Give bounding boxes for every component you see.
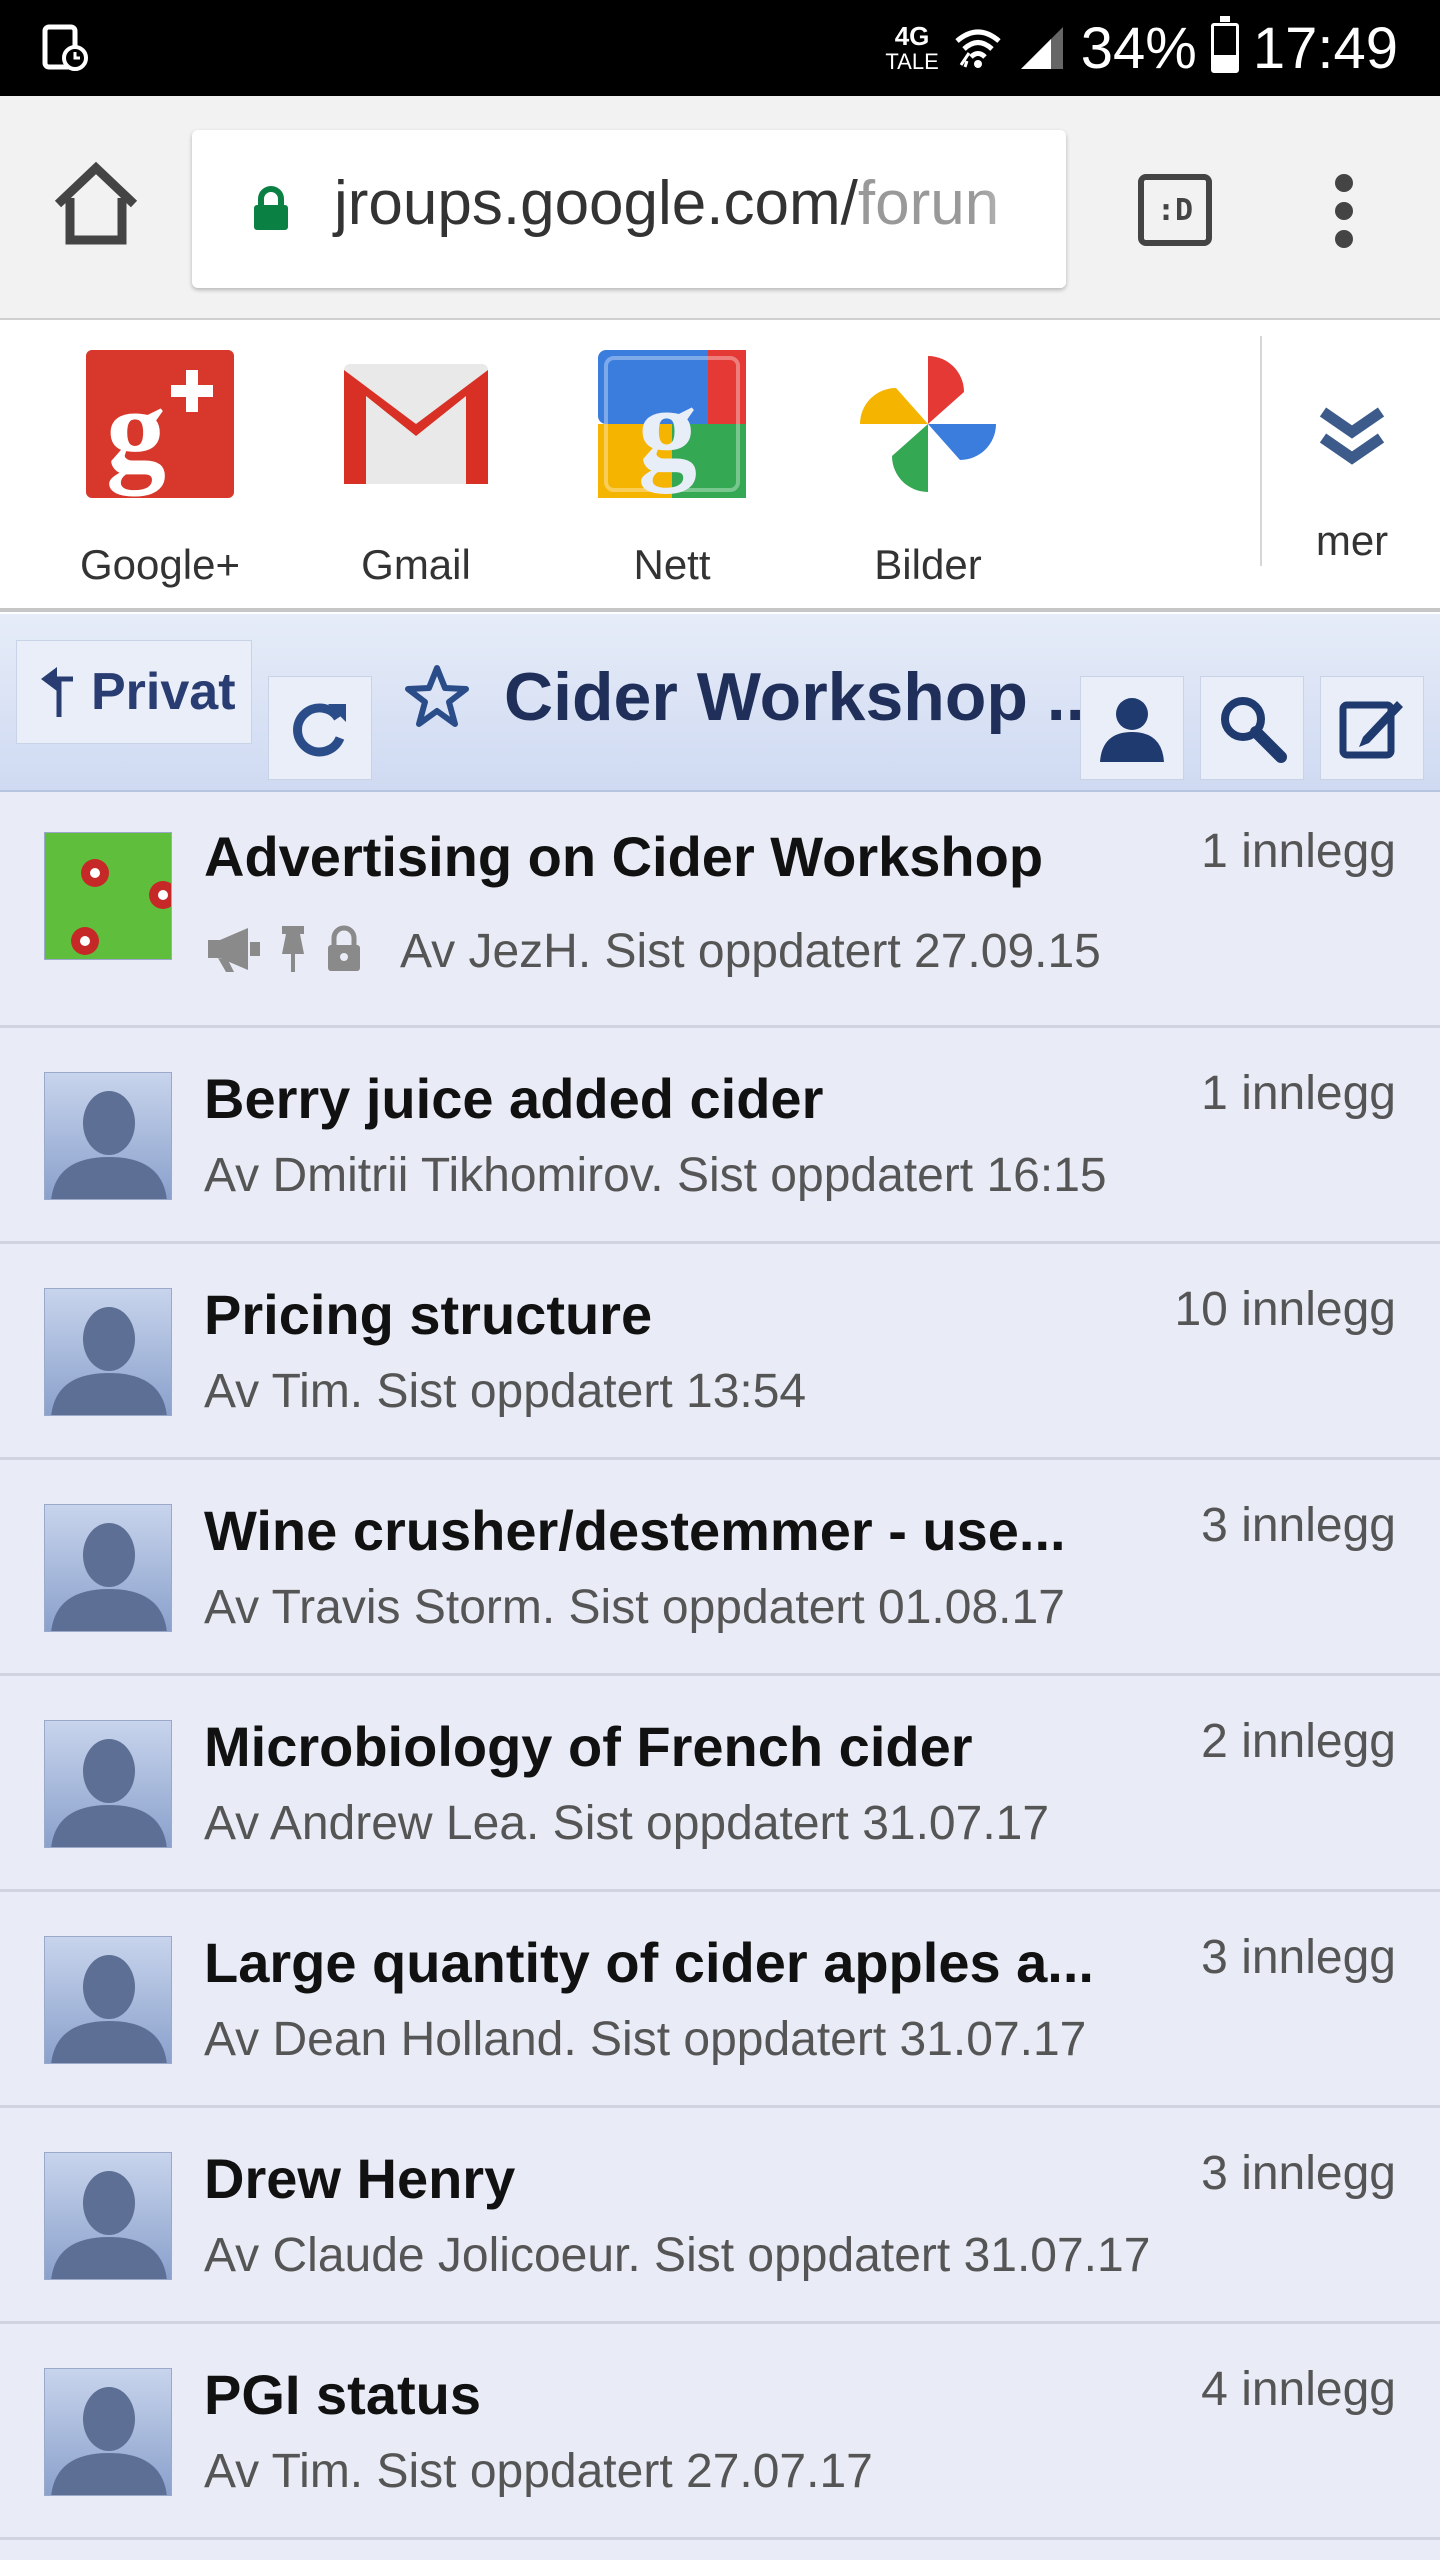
svg-text:g: g: [638, 363, 697, 494]
status-bar: 4G TALE 34% 17:49: [0, 0, 1440, 96]
default-avatar-icon: [44, 2368, 172, 2496]
topic-row[interactable]: Drew Henry 3 innlegg Av Claude Jolicoeur…: [0, 2108, 1440, 2324]
topic-title[interactable]: Wine crusher/destemmer - use...: [204, 1498, 1066, 1563]
topic-row[interactable]: Large quantity of cider apples a... 3 in…: [0, 1892, 1440, 2108]
search-button[interactable]: [1200, 676, 1304, 780]
app-nett[interactable]: g Nett: [572, 350, 772, 589]
topic-row[interactable]: Wine crusher/destemmer - use... 3 innleg…: [0, 1460, 1440, 1676]
topic-meta: Av Tim. Sist oppdatert 27.07.17: [204, 2445, 873, 2498]
topic-list: Advertising on Cider Workshop 1 innlegg …: [0, 792, 1440, 2560]
divider: [1260, 336, 1262, 566]
default-avatar-icon: [44, 2152, 172, 2280]
default-avatar-icon: [44, 1072, 172, 1200]
back-privat-button[interactable]: Privat: [16, 640, 252, 744]
post-count: 3 innlegg: [1201, 1931, 1396, 1984]
topic-meta: Av Claude Jolicoeur. Sist oppdatert 31.0…: [204, 2229, 1151, 2282]
more-apps-button[interactable]: mer: [1290, 402, 1414, 565]
refresh-button[interactable]: [268, 676, 372, 780]
star-favorite-icon[interactable]: [404, 664, 470, 730]
overflow-menu-icon[interactable]: [1332, 174, 1356, 248]
app-google-plus[interactable]: g Google+: [60, 350, 260, 589]
extension-button[interactable]: :D: [1138, 174, 1212, 246]
topic-meta: Av Dmitrii Tikhomirov. Sist oppdatert 16…: [204, 1149, 1107, 1202]
post-count: 4 innlegg: [1201, 2363, 1396, 2416]
screenshot-notification-icon: [42, 24, 88, 71]
photos-pinwheel-icon: [860, 356, 996, 492]
compose-icon: [1339, 701, 1403, 759]
app-gmail[interactable]: Gmail: [316, 350, 516, 589]
default-avatar-icon: [44, 1936, 172, 2064]
topic-meta: Av Andrew Lea. Sist oppdatert 31.07.17: [204, 1797, 1050, 1850]
search-icon: [1221, 697, 1287, 763]
refresh-icon: [293, 703, 346, 757]
home-icon[interactable]: [50, 158, 142, 250]
new-topic-button[interactable]: [1320, 676, 1424, 780]
topic-row[interactable]: PGI status 4 innlegg Av Tim. Sist oppdat…: [0, 2324, 1440, 2540]
post-count: 1 innlegg: [1201, 825, 1396, 878]
gmail-icon: [344, 364, 488, 484]
topic-title[interactable]: Advertising on Cider Workshop: [204, 824, 1043, 889]
topic-meta: Av JezH. Sist oppdatert 27.09.15: [400, 925, 1101, 978]
default-avatar-icon: [44, 1288, 172, 1416]
battery-percent: 34%: [1080, 15, 1197, 81]
browser-toolbar: jroups.google.com/forun :D: [0, 96, 1440, 320]
app-bilder[interactable]: Bilder: [828, 350, 1028, 589]
pin-icon: [282, 926, 304, 972]
lock-icon: [254, 186, 288, 230]
announcement-megaphone-icon: [208, 928, 260, 972]
double-chevron-down-icon: [1319, 407, 1385, 465]
wifi-icon: [955, 29, 1001, 68]
members-button[interactable]: [1080, 676, 1184, 780]
post-count: 10 innlegg: [1174, 1283, 1396, 1336]
topic-title[interactable]: Berry juice added cider: [204, 1066, 823, 1131]
network-type: 4G TALE: [885, 21, 939, 74]
topic-title[interactable]: Drew Henry: [204, 2146, 515, 2211]
lock-icon: [328, 925, 360, 971]
topic-flags: [204, 924, 364, 974]
url-text[interactable]: jroups.google.com/forun: [334, 168, 999, 239]
post-count: 1 innlegg: [1201, 1067, 1396, 1120]
default-avatar-icon: [44, 1720, 172, 1848]
topic-row[interactable]: Microbiology of French cider 2 innlegg A…: [0, 1676, 1440, 1892]
post-count: 3 innlegg: [1201, 2147, 1396, 2200]
google-apps-bar: g Google+ Gmail g Nett Bilder mer: [0, 322, 1440, 612]
person-icon: [1100, 698, 1164, 762]
topic-row[interactable]: Pricing structure 10 innlegg Av Tim. Sis…: [0, 1244, 1440, 1460]
url-bar[interactable]: jroups.google.com/forun: [192, 130, 1066, 288]
post-count: 2 innlegg: [1201, 1715, 1396, 1768]
battery-icon: [1210, 16, 1239, 73]
topic-row[interactable]: Advertising on Cider Workshop 1 innlegg …: [0, 792, 1440, 1028]
topic-title[interactable]: Large quantity of cider apples a...: [204, 1930, 1094, 1995]
google-plus-icon: g: [86, 350, 234, 498]
svg-text:g: g: [106, 363, 166, 497]
topic-meta: Av Tim. Sist oppdatert 13:54: [204, 1365, 807, 1418]
topic-title[interactable]: PGI status: [204, 2362, 481, 2427]
default-avatar-icon: [44, 1504, 172, 1632]
topic-title[interactable]: Microbiology of French cider: [204, 1714, 973, 1779]
avatar: [44, 832, 172, 960]
google-web-icon: g: [598, 350, 746, 498]
back-arrow-icon: [41, 667, 73, 717]
topic-title[interactable]: Pricing structure: [204, 1282, 652, 1347]
group-title: Cider Workshop ...: [504, 659, 1104, 735]
clock: 17:49: [1252, 15, 1398, 81]
topic-row[interactable]: Berry juice added cider 1 innlegg Av Dmi…: [0, 1028, 1440, 1244]
topic-meta: Av Travis Storm. Sist oppdatert 01.08.17: [204, 1581, 1065, 1634]
topic-meta: Av Dean Holland. Sist oppdatert 31.07.17: [204, 2013, 1087, 2066]
signal-icon: [1020, 27, 1063, 69]
group-header: Privat Cider Workshop ...: [0, 614, 1440, 792]
post-count: 3 innlegg: [1201, 1499, 1396, 1552]
